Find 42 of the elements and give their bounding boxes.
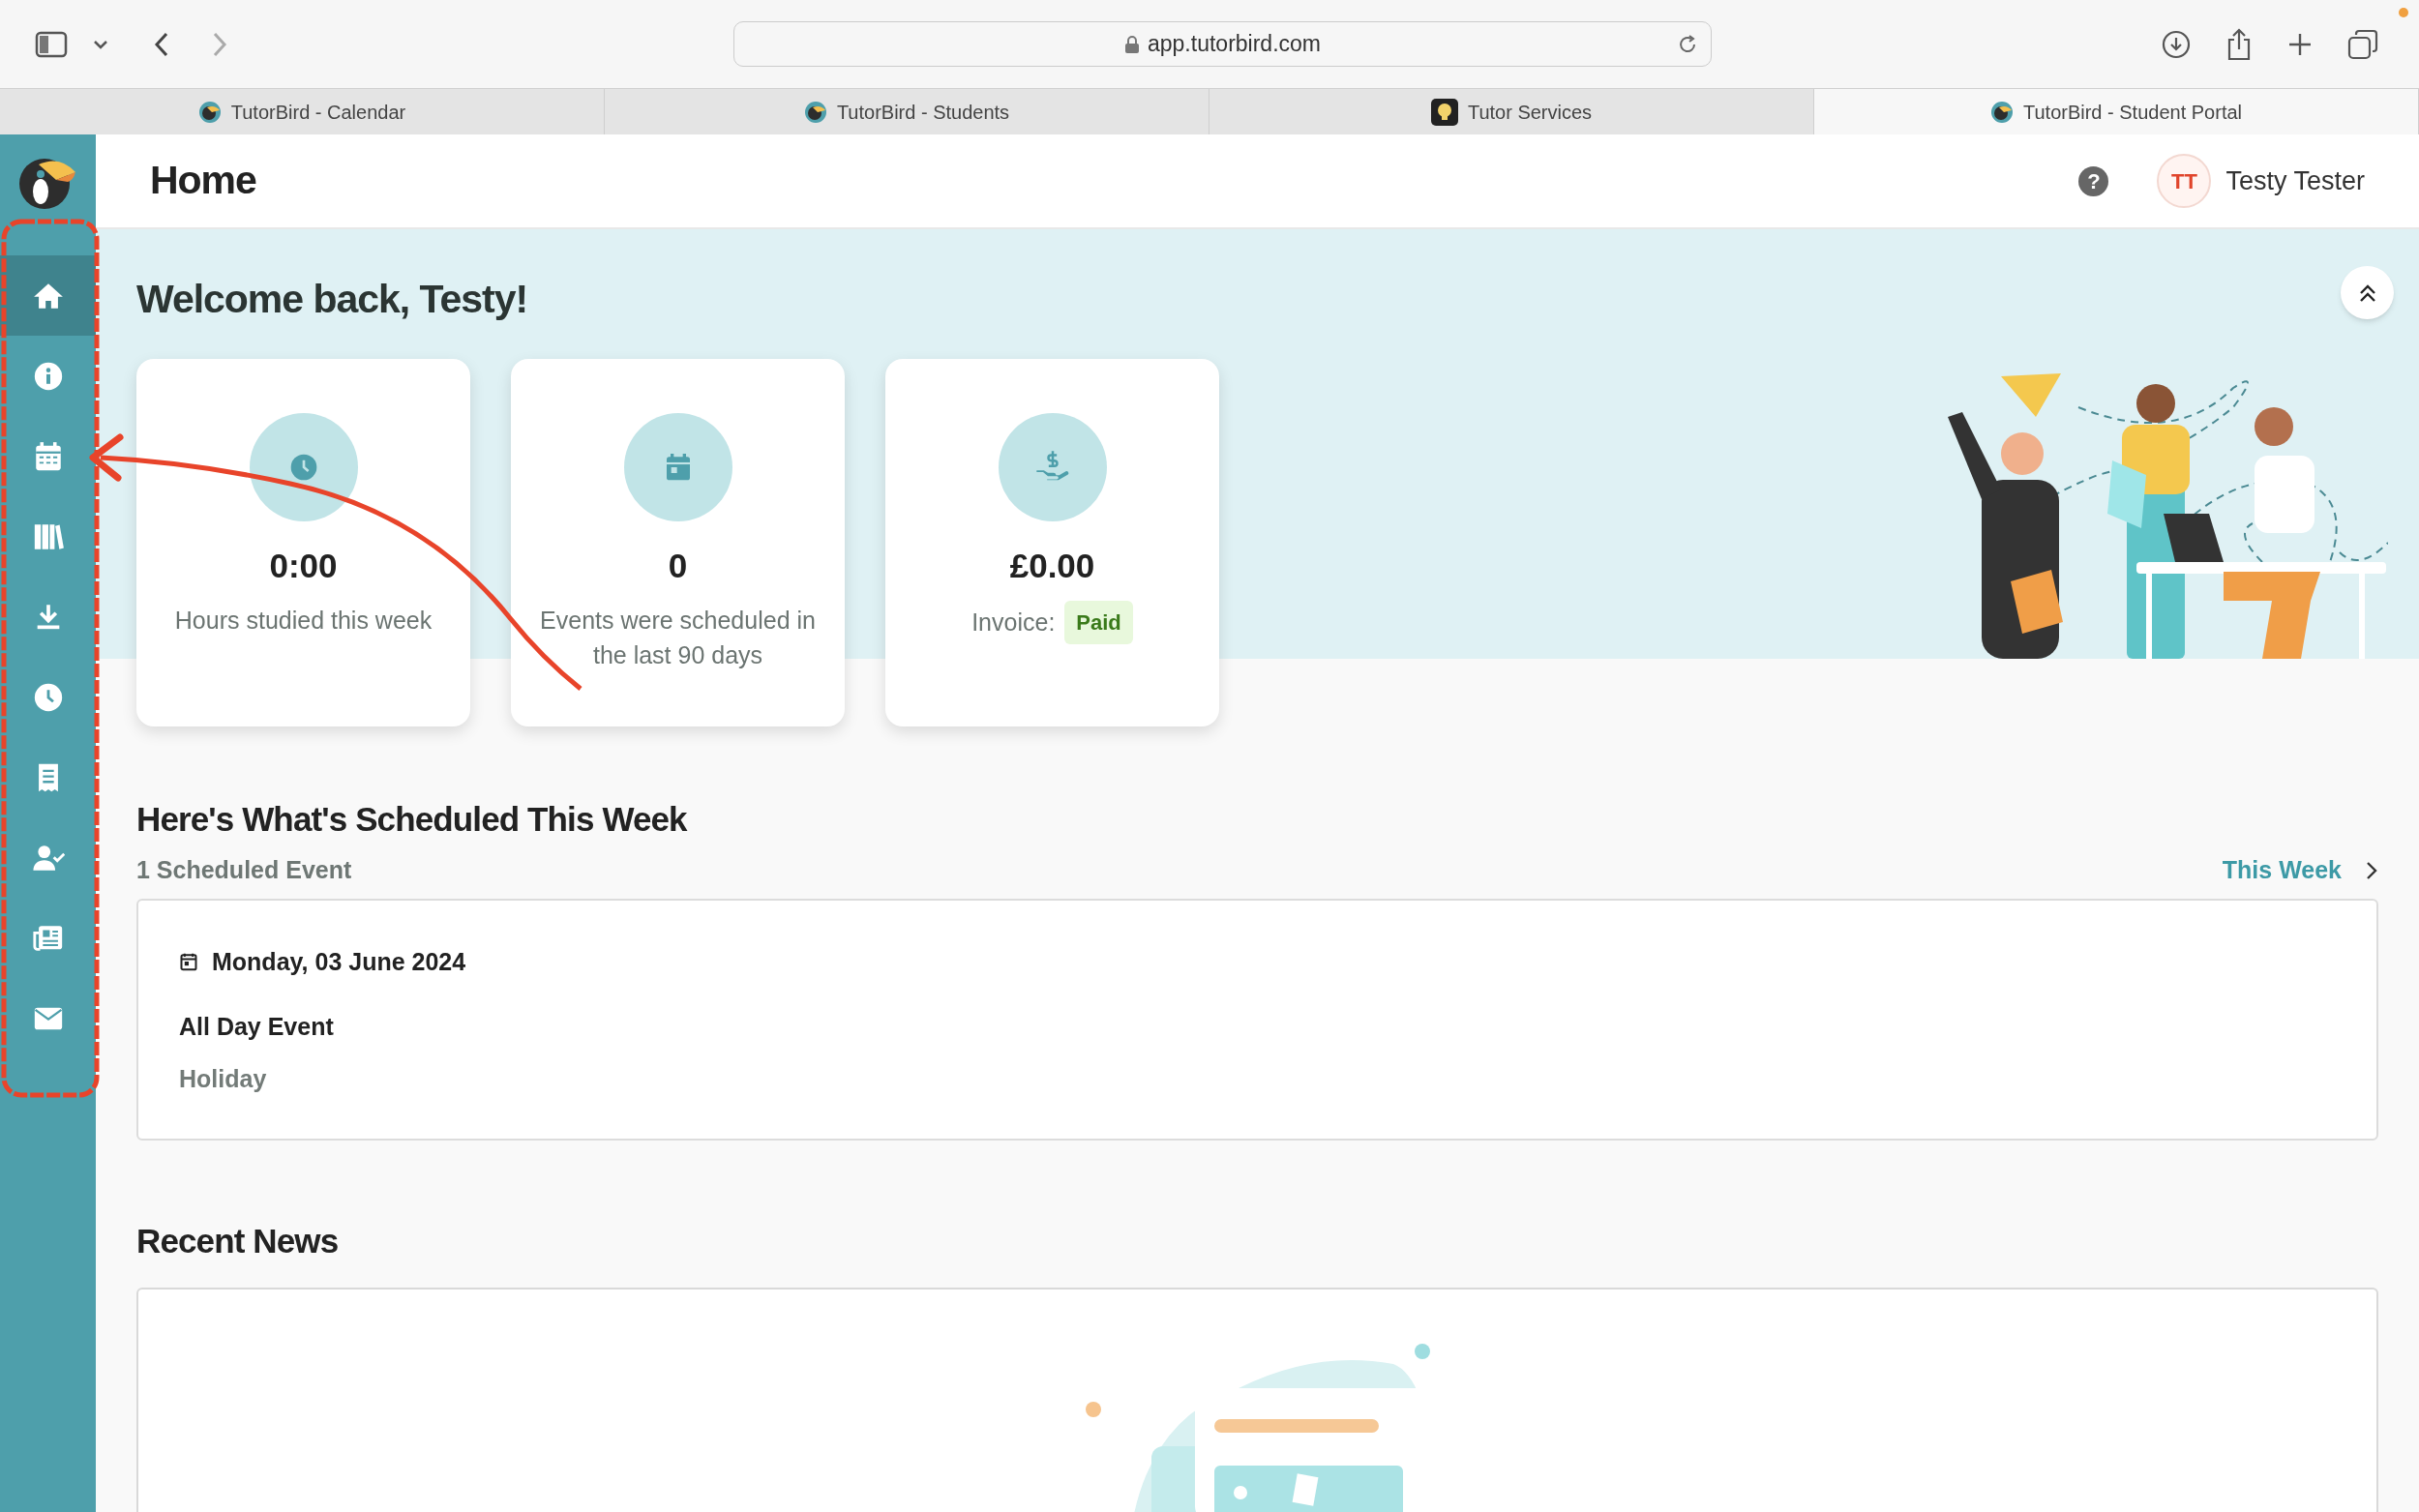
event-count: 1 Scheduled Event [136,855,352,885]
stat-label: Events were scheduled in the last 90 days [540,606,816,670]
download-icon[interactable] [2162,29,2191,59]
stat-value: 0 [668,545,688,586]
sidebar-nav-item[interactable] [0,255,96,336]
lock-icon [1124,34,1140,54]
section-heading: Here's What's Scheduled This Week [136,798,689,840]
url-text: app.tutorbird.com [1148,30,1321,59]
help-button[interactable]: ? [2078,165,2109,196]
event-date: Monday, 03 June 2024 [212,946,466,977]
new-tab-icon[interactable] [2287,31,2313,57]
stat-label: Invoice: [971,607,1056,637]
tab-overview-icon[interactable] [2347,28,2378,60]
notification-dot-icon [2399,8,2408,17]
sidebar-toggle-icon[interactable] [35,30,68,58]
chevron-down-icon[interactable] [93,39,108,49]
stat-value: £0.00 [1009,545,1095,586]
welcome-heading: Welcome back, Testy! [136,276,528,323]
browser-tab[interactable]: Tutor Services [1210,89,1814,134]
bird-favicon-icon [197,100,222,124]
bird-favicon-icon [1990,100,2014,124]
status-badge: Paid [1064,601,1133,644]
calendar-icon [179,952,198,972]
user-name[interactable]: Testy Tester [2225,161,2365,201]
chevron-right-icon [2365,859,2378,881]
section-heading: Recent News [136,1220,340,1261]
browser-tab[interactable]: TutorBird - Student Portal [1814,89,2419,134]
collapse-button[interactable] [2341,266,2394,319]
bird-favicon-icon [803,100,827,124]
page-title: Home [150,157,256,205]
event-title: All Day Event [179,1012,335,1042]
share-icon[interactable] [2225,27,2253,61]
address-bar[interactable]: app.tutorbird.com [733,21,1712,67]
browser-tab[interactable]: TutorBird - Students [605,89,1210,134]
event-card[interactable]: Monday, 03 June 2024 All Day Event Holiday [136,898,2378,1141]
lightbulb-favicon-icon [1430,98,1458,126]
back-icon[interactable] [153,30,170,58]
browser-tab[interactable]: TutorBird - Calendar [0,89,605,134]
event-type: Holiday [179,1063,268,1094]
stat-value: 0:00 [269,545,338,586]
user-avatar[interactable]: TT [2157,154,2212,208]
stat-label: Hours studied this week [174,606,433,636]
